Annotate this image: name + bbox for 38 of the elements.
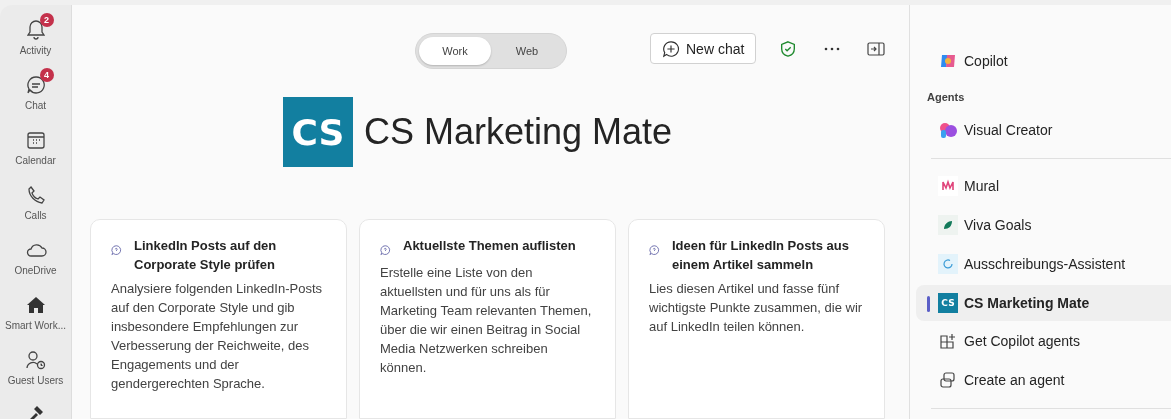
notification-badge: 4 — [39, 68, 54, 82]
rail-button[interactable]: Guest Users — [0, 342, 71, 386]
rail-button[interactable]: 2 Activity — [0, 12, 71, 56]
rail-button[interactable]: Calendar — [0, 122, 71, 166]
notification-badge: 2 — [39, 13, 54, 27]
rail-button[interactable]: OneDrive — [0, 232, 71, 276]
prompt-card[interactable]: Ideen für LinkedIn Posts aus einem Artikel sammeln Lies diesen Artikel und fasse fünf wichtigste Punkte zusammen, die wir auf LinkedIn teilen können. — [628, 219, 885, 419]
agent-item[interactable]: CS CS Marketing Mate — [916, 284, 1171, 321]
copilot-item[interactable]: Copilot — [916, 43, 1171, 79]
card-description: Analysiere folgenden LinkedIn-Posts auf den Corporate Style und gib insbesondere Empfehlungen zur Verbesserung der Reichweite, des Engagements und der gendergerechten Sprache. — [111, 280, 324, 393]
action-item[interactable]: Create an agent — [916, 362, 1171, 398]
chat-plus-icon — [662, 39, 680, 58]
person-clock-icon — [23, 348, 48, 372]
agent-item[interactable]: Viva Goals — [916, 207, 1171, 243]
toggle-option[interactable]: Work — [419, 37, 491, 65]
agent-logo: CS — [282, 97, 353, 167]
card-description: Erstelle eine Liste von den aktuellsten und für uns als für Marketing Team relevanten Themen, über die wir einen Beitrag in Social Media Netzwerken schreiben können. — [380, 264, 593, 377]
agent-logo: CS — [938, 292, 958, 313]
action-item[interactable]: Get Copilot agents — [916, 323, 1171, 360]
toggle-option[interactable]: Web — [491, 37, 563, 65]
prompt-card[interactable] — [90, 219, 347, 419]
card-title: Ideen für LinkedIn Posts aus einem Artikel sammeln — [672, 237, 850, 274]
rail-button[interactable]: 4 Chat — [0, 67, 71, 111]
grid-plus-icon — [938, 331, 958, 352]
agent-item[interactable]: Visual Creator — [916, 111, 1171, 148]
card-description: Lies diesen Artikel und fasse fünf wichtigste Punkte zusammen, die wir auf LinkedIn teilen können. — [649, 280, 864, 336]
agent-title: CS Marketing Mate — [363, 111, 673, 153]
leaf-icon — [938, 215, 958, 236]
agent-item[interactable]: Mural — [916, 168, 1171, 205]
rail-button[interactable]: Smart Work... — [0, 287, 71, 331]
card-title: LinkedIn Posts auf den Corporate Style prüfen — [134, 237, 278, 274]
agent-shapes-icon — [938, 370, 958, 391]
section-heading: Agents — [927, 90, 966, 103]
new-chat-button[interactable]: New chat — [650, 33, 757, 64]
card-title: Aktuellste Themen auflisten — [403, 237, 576, 255]
rail-button[interactable]: Calls — [0, 177, 71, 221]
agent-item[interactable]: Ausschreibungs-Assistent — [916, 246, 1171, 282]
prompt-card[interactable]: Aktuellste Themen auflisten Erstelle eine Liste von den aktuellsten und für uns als für Marketing Team relevanten Themen, über die wir einen Beitrag in Social Media Netzwerken schreiben können. — [359, 219, 616, 419]
